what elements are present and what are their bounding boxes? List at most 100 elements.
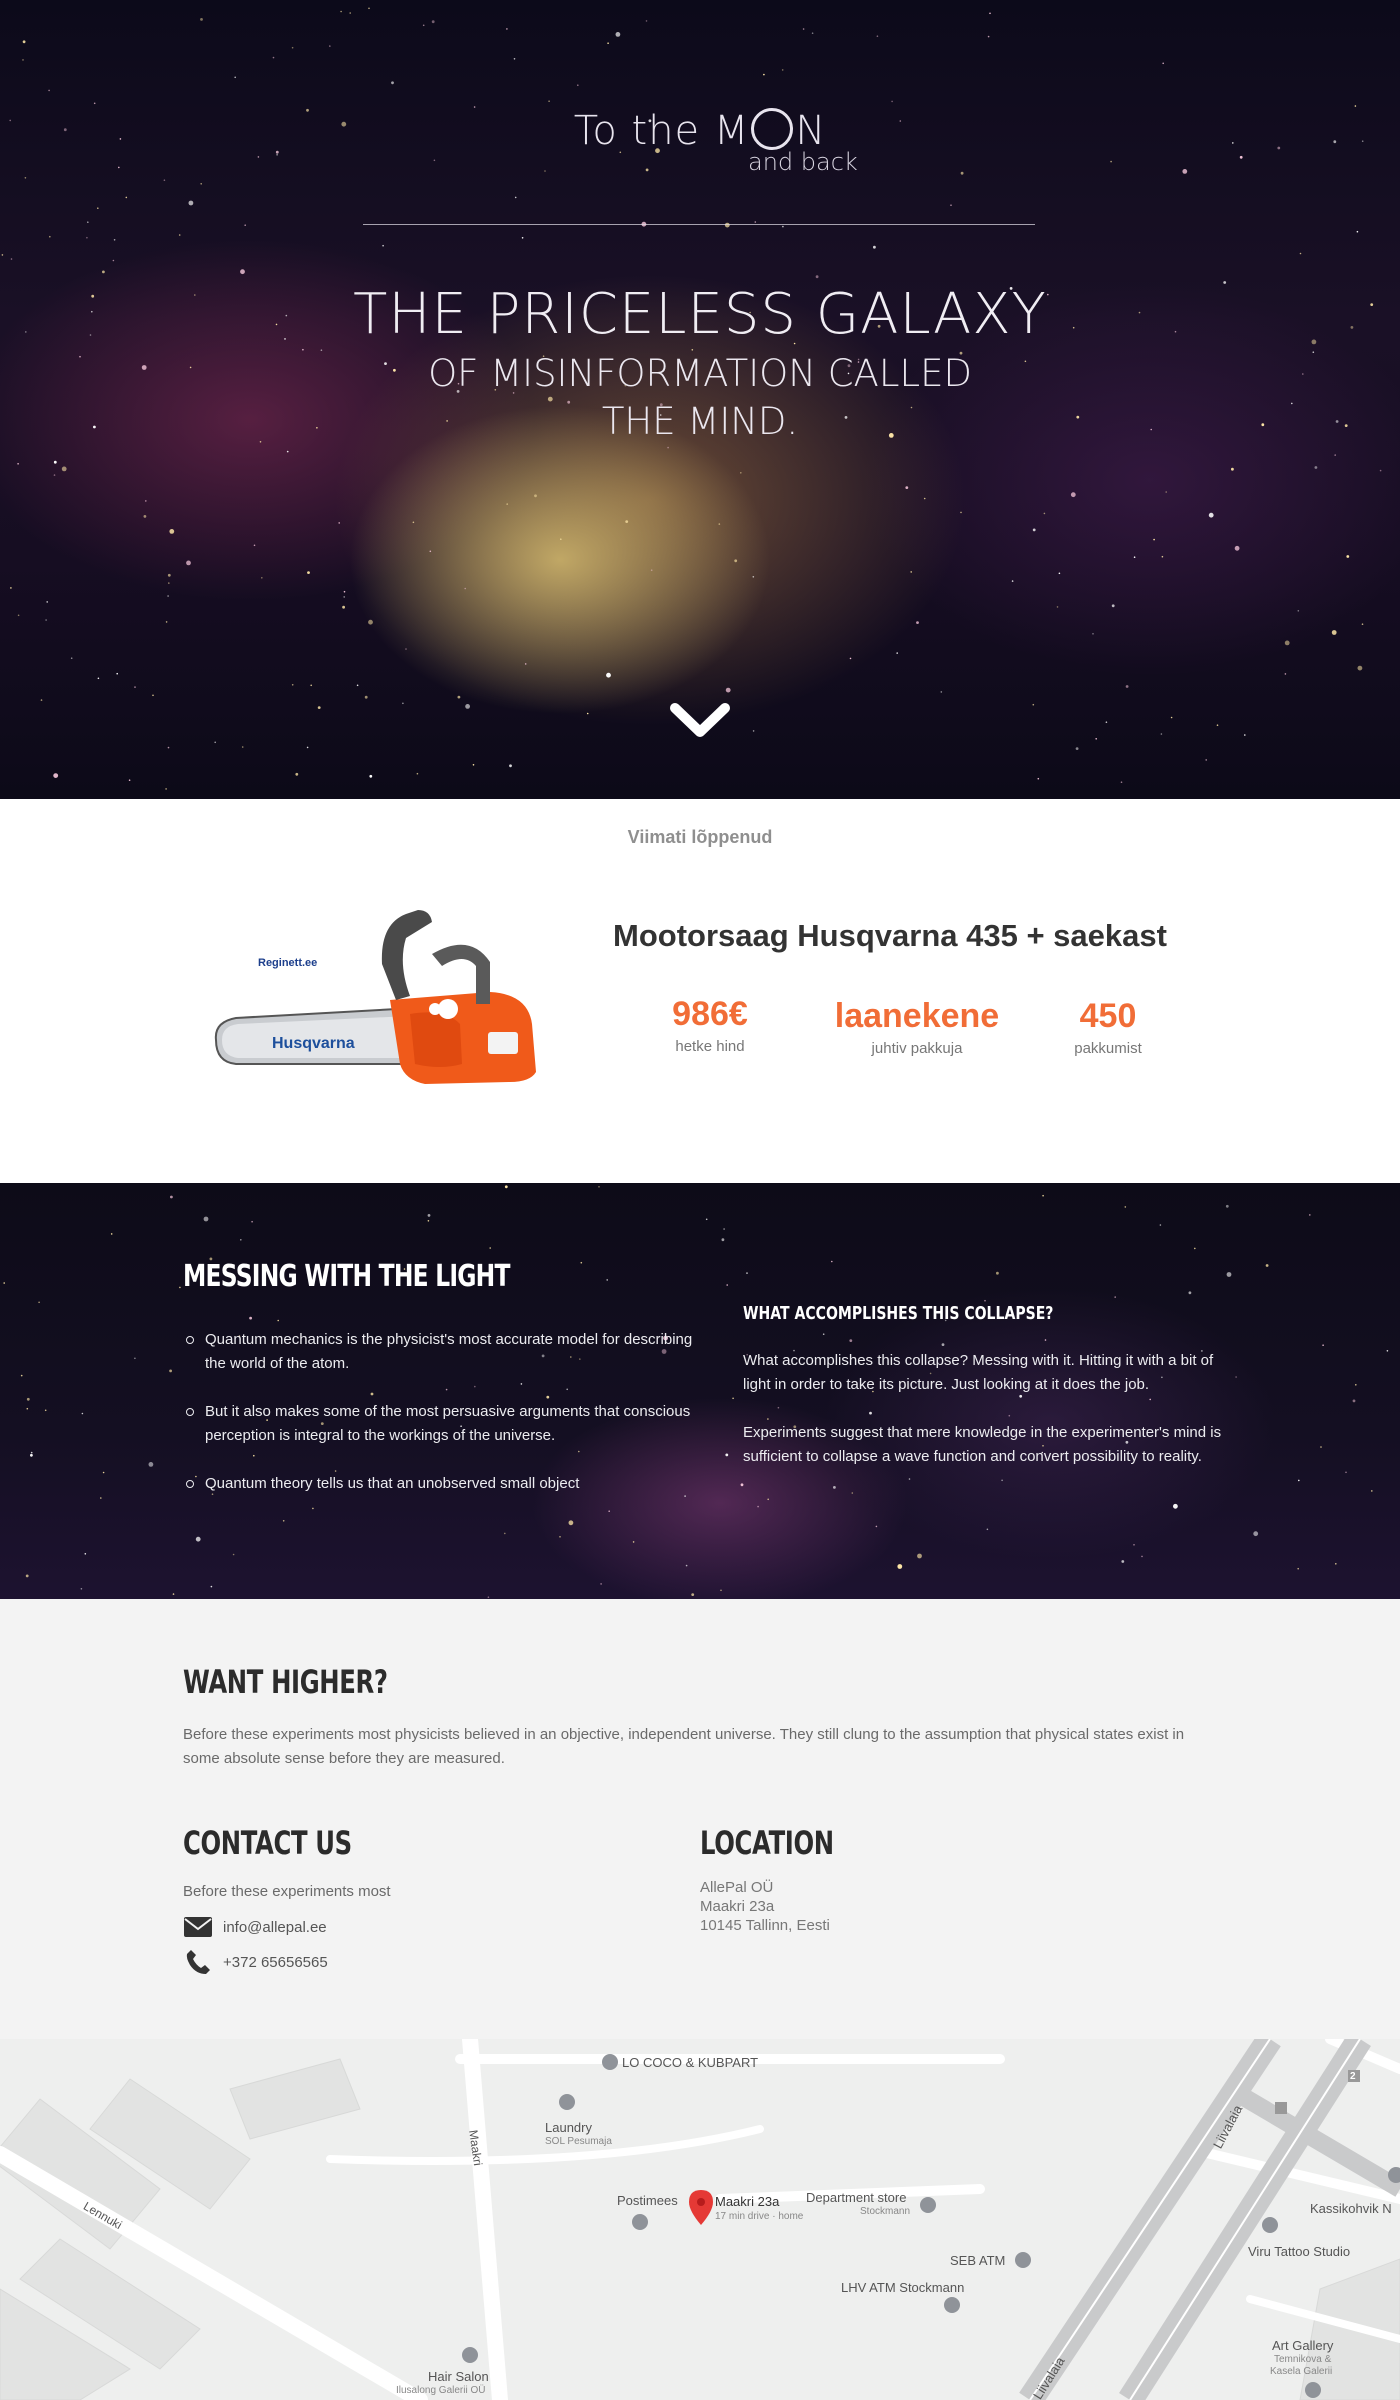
star	[1386, 1350, 1389, 1352]
map-label-lhv-atm[interactable]: LHV ATM Stockmann	[841, 2280, 964, 2295]
chainsaw-product-image[interactable]: Reginett.ee Husqvarna	[210, 904, 560, 1089]
map-canvas[interactable]	[0, 2039, 1400, 2400]
star	[382, 244, 384, 247]
star	[897, 1564, 903, 1569]
star	[1322, 1344, 1324, 1346]
star	[632, 1541, 635, 1543]
stat-leading-bidder: laanekene juhtiv pakkuja	[822, 997, 1012, 1057]
star	[1346, 555, 1350, 558]
star	[472, 764, 475, 766]
product-title[interactable]: Mootorsaag Husqvarna 435 + saekast	[613, 918, 1167, 954]
map-label-art-gallery[interactable]: Art Gallery	[1272, 2338, 1333, 2353]
star	[291, 46, 294, 49]
star	[685, 1564, 688, 1567]
map-label-laundry[interactable]: Laundry	[545, 2120, 592, 2135]
star	[1133, 1544, 1135, 1546]
star	[291, 684, 294, 686]
star	[757, 1505, 759, 1508]
star	[723, 1228, 725, 1230]
star	[645, 168, 649, 172]
map-sublabel-laundry: SOL Pesumaja	[545, 2136, 612, 2147]
star	[128, 779, 131, 781]
company-name: AllePal OÜ	[700, 1879, 774, 1896]
star	[811, 32, 814, 34]
map-label-lo-coco[interactable]: LO COCO & KUBPART	[622, 2055, 758, 2070]
star	[1284, 673, 1287, 675]
star	[422, 24, 425, 27]
star	[46, 601, 48, 603]
star	[1149, 1398, 1151, 1401]
star	[1120, 781, 1123, 783]
star	[754, 221, 757, 223]
star	[26, 1407, 29, 1410]
star	[1253, 1531, 1259, 1537]
star	[86, 236, 88, 239]
star	[941, 1343, 945, 1346]
star	[514, 196, 517, 199]
current-price-value: 986€	[672, 995, 748, 1033]
list-item: Quantum theory tells us that an unobserv…	[186, 1472, 703, 1496]
phone-row[interactable]: +372 65656565	[183, 1950, 328, 1974]
star	[615, 32, 621, 37]
star	[17, 463, 19, 465]
star	[80, 1588, 83, 1590]
star	[732, 1397, 734, 1400]
star	[746, 1272, 748, 1274]
star	[851, 1492, 854, 1494]
site-logo[interactable]: To the MN	[0, 108, 1400, 154]
star	[1194, 1247, 1196, 1250]
scroll-down-chevron-icon[interactable]	[669, 700, 731, 742]
star	[1001, 1479, 1003, 1482]
star	[214, 741, 216, 744]
star	[102, 270, 105, 274]
star	[405, 648, 407, 650]
phone-link[interactable]: +372 65656565	[223, 1954, 328, 1971]
bid-count-value: 450	[1079, 997, 1137, 1035]
star	[167, 746, 170, 749]
info-section: WANT HIGHER? Before these experiments mo…	[0, 1599, 1400, 2039]
star	[910, 571, 912, 573]
star	[996, 1271, 999, 1275]
star	[1070, 492, 1076, 498]
star	[705, 1218, 708, 1221]
star	[457, 695, 461, 699]
star	[1379, 469, 1382, 472]
star	[1314, 466, 1318, 469]
star	[145, 500, 147, 502]
star	[726, 1284, 728, 1286]
map-label-viru-tattoo[interactable]: Viru Tattoo Studio	[1248, 2244, 1350, 2259]
star	[891, 100, 893, 103]
star	[1011, 580, 1014, 582]
stat-bid-count: 450 pakkumist	[1058, 997, 1158, 1057]
map-label-department-store[interactable]: Department store	[806, 2190, 906, 2205]
moon-logo-icon	[751, 108, 794, 150]
star	[1037, 777, 1040, 780]
star	[210, 1585, 213, 1588]
map-label-seb-atm[interactable]: SEB ATM	[950, 2253, 1005, 2268]
map-label-hair-salon[interactable]: Hair Salon	[428, 2369, 489, 2384]
location-map[interactable]: LO COCO & KUBPART Laundry SOL Pesumaja M…	[0, 2039, 1400, 2400]
map-pin-title[interactable]: Maakri 23a	[715, 2194, 779, 2209]
email-link[interactable]: info@allepal.ee	[223, 1919, 327, 1936]
star	[306, 746, 309, 749]
star	[923, 497, 926, 500]
email-row[interactable]: info@allepal.ee	[183, 1916, 327, 1938]
star	[782, 225, 784, 228]
star	[1371, 1490, 1373, 1492]
star	[244, 224, 246, 226]
map-label-kassikohvik[interactable]: Kassikohvik N	[1310, 2201, 1392, 2216]
hero-subheadline: OF MISINFORMATION CALLED THE MIND.	[0, 350, 1400, 446]
star	[1095, 738, 1097, 740]
star	[97, 677, 100, 680]
star	[179, 1286, 181, 1289]
star	[720, 1589, 722, 1592]
contact-text: Before these experiments most	[183, 1883, 391, 1900]
map-label-postimees[interactable]: Postimees	[617, 2193, 678, 2208]
star	[261, 577, 263, 579]
stat-current-price: 986€ hetke hind	[650, 995, 770, 1055]
star	[169, 1369, 173, 1373]
star	[506, 28, 508, 30]
star	[767, 1498, 769, 1501]
star	[188, 200, 194, 206]
star	[1161, 555, 1164, 558]
